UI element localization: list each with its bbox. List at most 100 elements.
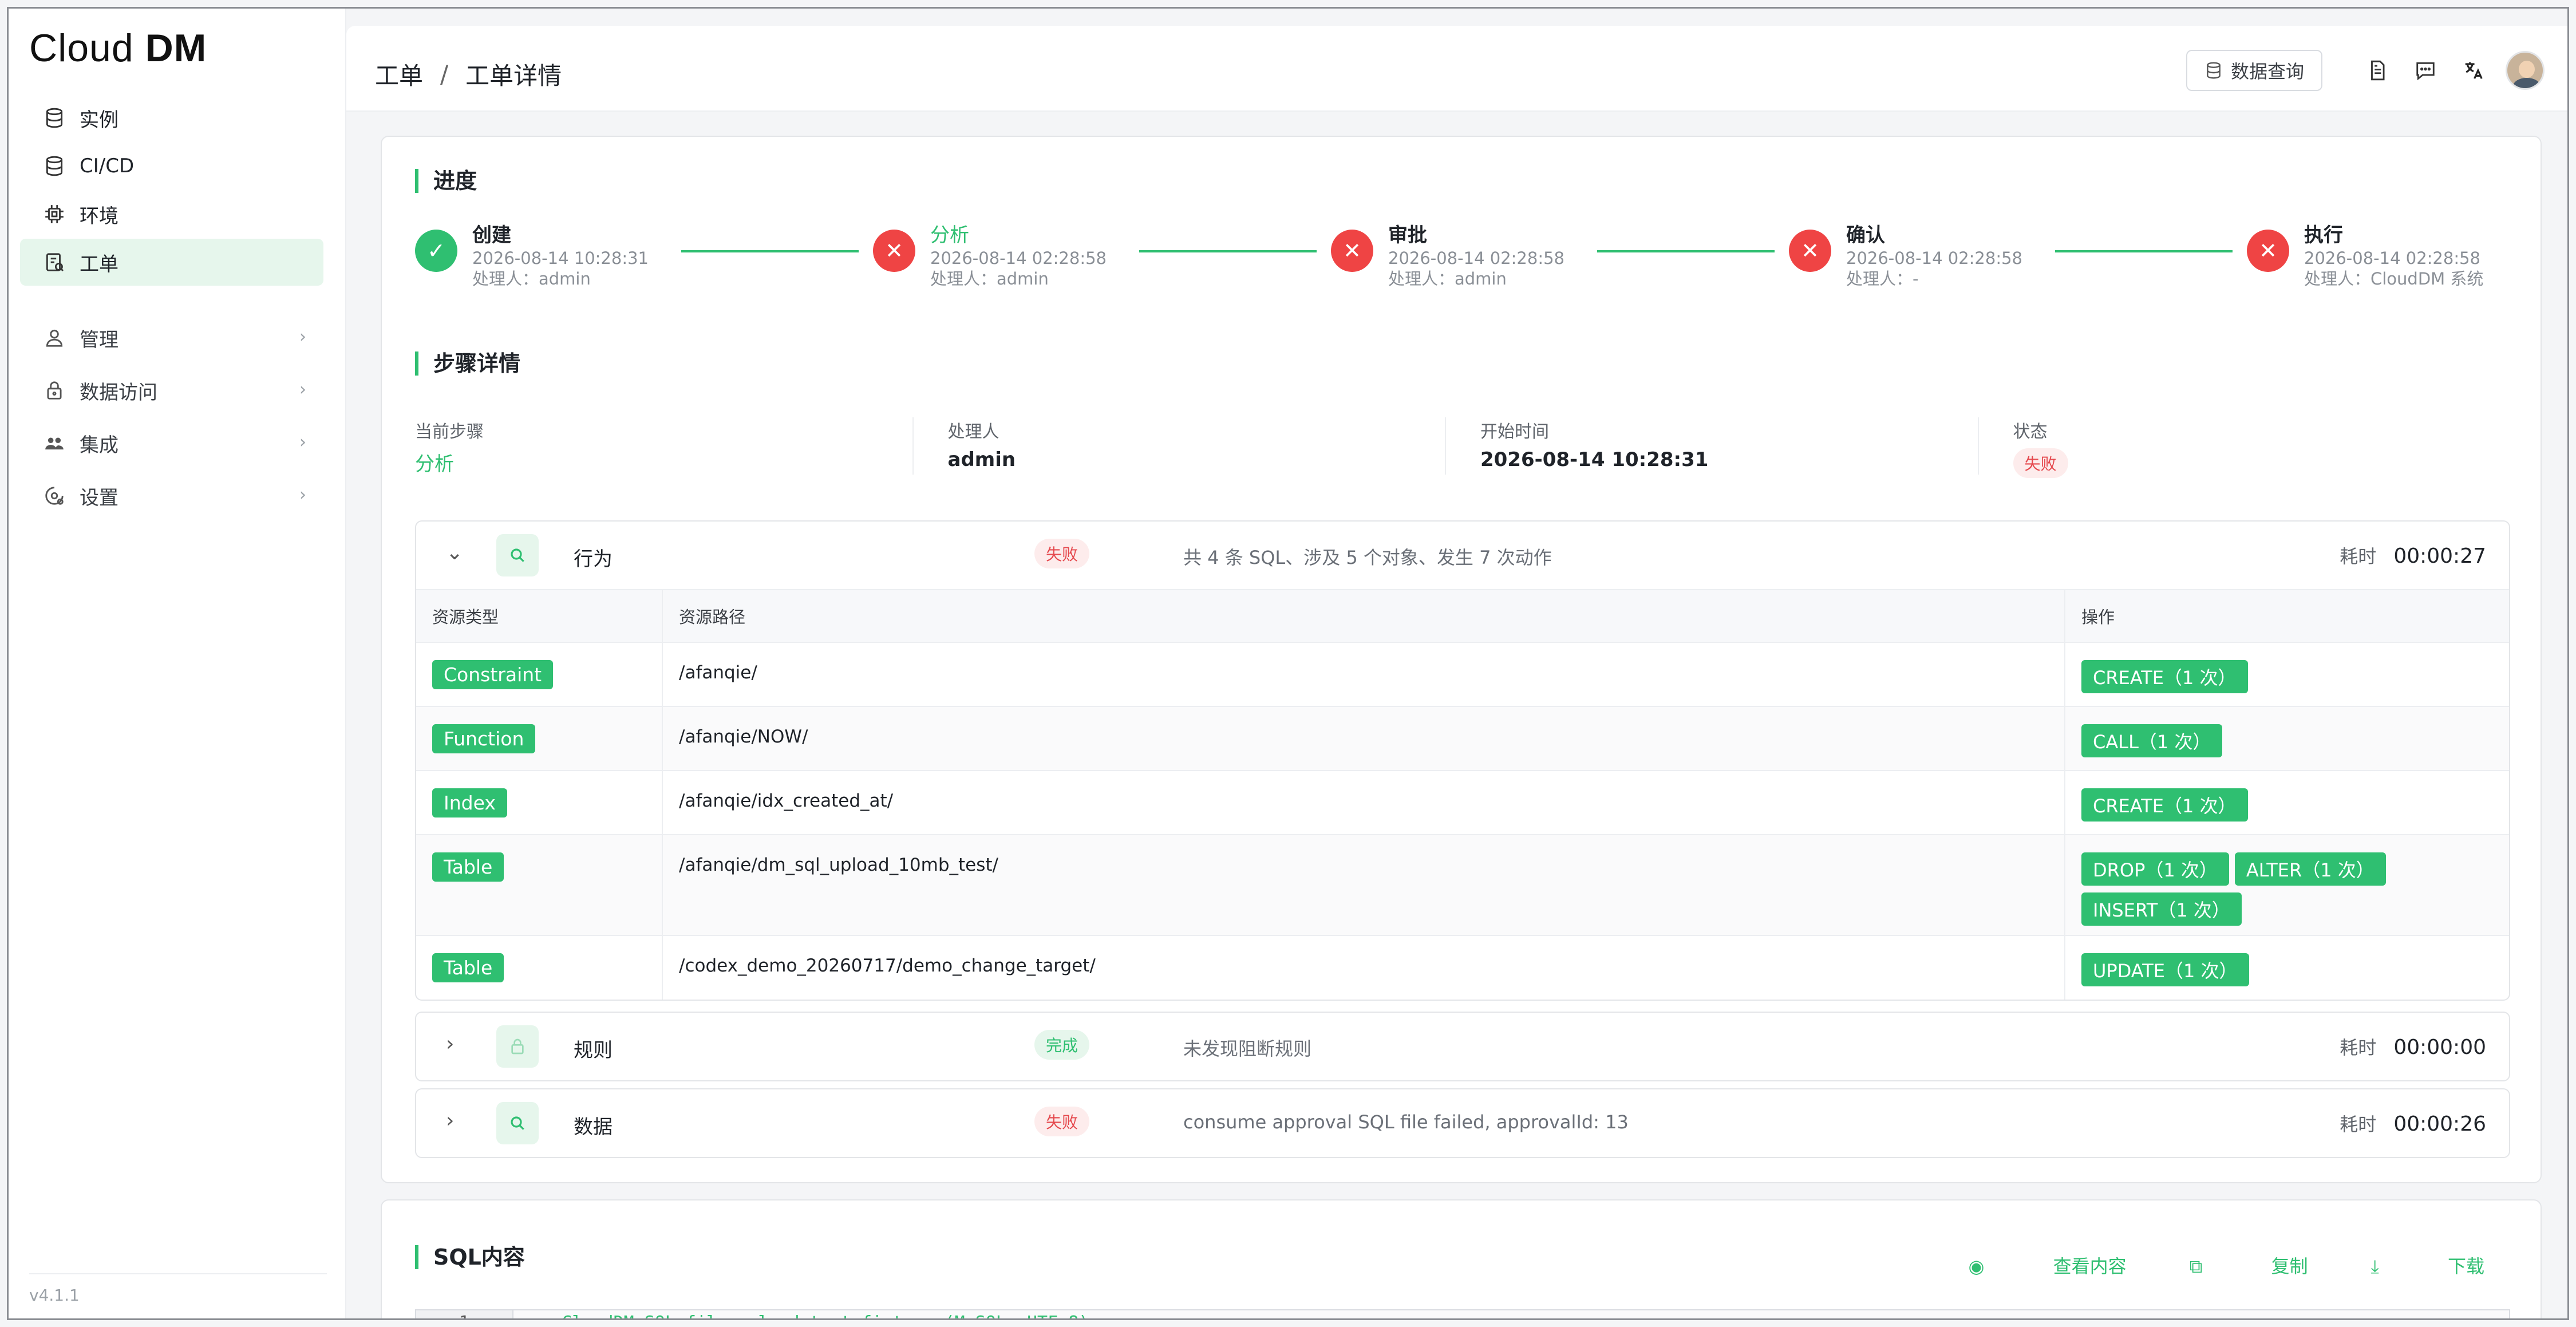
- step-time: 2026-08-14 10:28:31: [472, 248, 649, 268]
- sidebar-item-data-access[interactable]: 数据访问 ›: [20, 365, 323, 416]
- resource-path: /afanqie/NOW/: [679, 726, 808, 747]
- table-header-row: 资源类型 资源路径 操作: [416, 589, 2509, 642]
- panel-duration: 耗时 00:00:00: [2340, 1033, 2486, 1060]
- chip-icon: [43, 203, 66, 226]
- main-content: 进度 ✓ 创建 2026-08-14 10:28:31 处理人：admin ✕: [346, 112, 2567, 1318]
- sidebar-item-label: 管理: [80, 328, 118, 352]
- close-icon: ✕: [873, 230, 915, 272]
- operation-tag: DROP（1 次）: [2081, 852, 2229, 886]
- breadcrumb-root[interactable]: 工单: [375, 57, 423, 92]
- duration-value: 00:00:00: [2393, 1036, 2486, 1059]
- operation-tag: CALL（1 次）: [2081, 724, 2223, 757]
- chevron-right-icon: ›: [299, 432, 306, 452]
- breadcrumb-current: 工单详情: [465, 62, 562, 90]
- line-number: 1: [416, 1310, 513, 1318]
- step-handler: 处理人：CloudDM 系统: [2304, 269, 2484, 289]
- sidebar-item-instances[interactable]: 实例: [20, 94, 323, 141]
- chevron-down-icon[interactable]: ⌄: [446, 541, 463, 564]
- message-icon[interactable]: [2409, 54, 2441, 86]
- database-icon: [2207, 62, 2221, 79]
- step-handler: 处理人：admin: [930, 269, 1049, 289]
- app-window: Cloud DM 实例 CI/CD 环境 工单 管理 › 数据访问 › 集成 ›…: [7, 7, 2569, 1320]
- data-panel-header[interactable]: › 数据 失败 consume approval SQL file failed…: [416, 1089, 2509, 1157]
- panel-title: 数据: [574, 1116, 613, 1139]
- step-time: 2026-08-14 02:28:58: [930, 248, 1107, 268]
- header-actions: 数据查询: [2186, 50, 2545, 91]
- resource-type-tag: Table: [432, 852, 504, 882]
- sidebar-item-integration[interactable]: 集成 ›: [20, 417, 323, 469]
- search-icon: [496, 1102, 539, 1144]
- table-row: Constraint /afanqie/ CREATE（1 次）: [416, 642, 2509, 706]
- copy-button[interactable]: ⧉ 复制: [2190, 1252, 2308, 1278]
- user-avatar[interactable]: [2506, 51, 2545, 90]
- column-header: 操作: [2064, 589, 2509, 642]
- chevron-right-icon[interactable]: ›: [446, 1032, 454, 1056]
- operation-tag: CREATE（1 次）: [2081, 660, 2248, 693]
- behavior-panel-header[interactable]: ⌄ 行为 失败 共 4 条 SQL、涉及 5 个对象、发生 7 次动作 耗时 00…: [416, 522, 2509, 589]
- step-connector: [2055, 250, 2233, 252]
- progress-steps: ✓ 创建 2026-08-14 10:28:31 处理人：admin ✕ 分析 …: [415, 223, 2510, 291]
- lock-icon: [496, 1025, 539, 1068]
- sidebar-item-label: 设置: [80, 486, 118, 510]
- resource-path: /codex_demo_20260717/demo_change_target/: [679, 955, 1096, 976]
- sidebar: Cloud DM 实例 CI/CD 环境 工单 管理 › 数据访问 › 集成 ›…: [9, 9, 346, 1318]
- resource-type-tag: Table: [432, 953, 504, 982]
- download-label: 下载: [2447, 1255, 2484, 1277]
- sql-content-card: SQL内容 ◉ 查看内容 ⧉ 复制 ⤓ 下载 1-- CloudDM SQL f…: [381, 1199, 2542, 1318]
- status-badge: 失败: [1034, 1107, 1090, 1136]
- sql-actions: ◉ 查看内容 ⧉ 复制 ⤓ 下载: [1906, 1252, 2485, 1278]
- document-icon[interactable]: [2361, 54, 2393, 86]
- database-icon: [43, 155, 66, 177]
- sidebar-item-label: 环境: [80, 204, 118, 228]
- step-connector: [1597, 250, 1775, 252]
- duration-label: 耗时: [2340, 546, 2377, 567]
- ticket-detail-card: 进度 ✓ 创建 2026-08-14 10:28:31 处理人：admin ✕: [381, 136, 2542, 1183]
- lock-icon: [43, 379, 66, 402]
- start-time-label: 开始时间: [1480, 422, 1549, 442]
- data-query-button[interactable]: 数据查询: [2186, 50, 2322, 91]
- rules-panel-header[interactable]: › 规则 完成 未发现阻断规则 耗时 00:00:00: [416, 1013, 2509, 1080]
- resource-type-tag: Function: [432, 724, 536, 753]
- sidebar-item-cicd[interactable]: CI/CD: [20, 143, 323, 189]
- status: 状态 失败: [1977, 417, 2511, 478]
- sidebar-item-environment[interactable]: 环境: [20, 191, 323, 238]
- step-name: 分析: [930, 224, 969, 247]
- sidebar-item-settings[interactable]: 设置 ›: [20, 470, 323, 522]
- table-row: Table /afanqie/dm_sql_upload_10mb_test/ …: [416, 834, 2509, 935]
- copy-label: 复制: [2271, 1255, 2308, 1277]
- view-content-label: 查看内容: [2053, 1255, 2127, 1277]
- download-button[interactable]: ⤓ 下载: [2371, 1252, 2484, 1278]
- panel-duration: 耗时 00:00:26: [2340, 1110, 2486, 1136]
- sidebar-item-label: 数据访问: [80, 381, 157, 404]
- step-connector: [681, 250, 859, 252]
- chevron-right-icon[interactable]: ›: [446, 1109, 454, 1132]
- operation-tag: UPDATE（1 次）: [2081, 953, 2249, 986]
- step-detail-summary: 当前步骤 分析 处理人 admin 开始时间 2026-08-14 10:28:…: [415, 417, 2511, 478]
- table-row: Index /afanqie/idx_created_at/ CREATE（1 …: [416, 770, 2509, 835]
- sql-code-editor[interactable]: 1-- CloudDM SQL file upload test fixture…: [415, 1309, 2510, 1318]
- sidebar-item-tickets[interactable]: 工单: [20, 239, 323, 286]
- current-step-label: 当前步骤: [415, 422, 484, 442]
- status-label: 状态: [2013, 422, 2048, 442]
- step-time: 2026-08-14 02:28:58: [1846, 248, 2022, 268]
- sidebar-item-management[interactable]: 管理 ›: [20, 312, 323, 364]
- settings-icon: [43, 484, 66, 507]
- close-icon: ✕: [1789, 230, 1831, 272]
- view-content-button[interactable]: ◉ 查看内容: [1969, 1252, 2127, 1278]
- step-time: 2026-08-14 02:28:58: [1388, 248, 1564, 268]
- translate-icon[interactable]: [2458, 54, 2490, 86]
- logo[interactable]: Cloud DM: [29, 26, 207, 70]
- sidebar-item-label: 实例: [80, 108, 118, 132]
- close-icon: ✕: [2247, 230, 2289, 272]
- current-step: 当前步骤 分析: [415, 417, 912, 476]
- step-connector: [1139, 250, 1317, 252]
- sidebar-item-label: CI/CD: [80, 155, 135, 177]
- step-analyze: ✕ 分析 2026-08-14 02:28:58 处理人：admin: [873, 223, 1107, 289]
- panel-description: 未发现阻断规则: [1183, 1038, 1312, 1060]
- search-icon: [496, 534, 539, 576]
- status-badge: 失败: [2013, 448, 2068, 478]
- database-icon: [43, 106, 66, 129]
- step-name: 执行: [2304, 224, 2343, 247]
- chevron-right-icon: ›: [299, 327, 306, 347]
- step-name: 审批: [1388, 224, 1427, 247]
